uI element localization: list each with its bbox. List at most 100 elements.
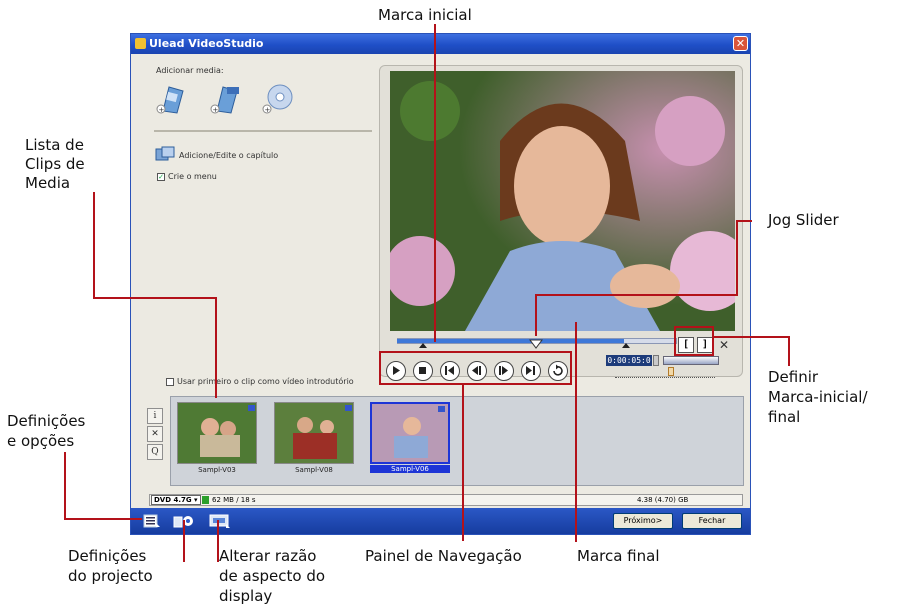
- app-icon: [135, 38, 146, 49]
- intro-clip-label: Usar primeiro o clip como vídeo introdut…: [177, 377, 354, 386]
- mark-out-indicator[interactable]: [622, 343, 630, 348]
- callout-definir-3: final: [768, 408, 801, 426]
- add-vcd-button[interactable]: +: [209, 81, 243, 115]
- leader-nav-box-top: [379, 351, 572, 353]
- next-button[interactable]: Próximo>: [613, 513, 673, 529]
- media-clip-list[interactable]: Sampl-V03 Sampl-V08 Sampl-V06: [170, 396, 744, 486]
- leader-nav-v: [462, 385, 464, 541]
- leader-definir-h: [712, 336, 790, 338]
- go-end-icon: [526, 366, 535, 375]
- callout-alterar-3: display: [219, 587, 273, 605]
- videostudio-window: Ulead VideoStudio ✕ Adicionar media: + +…: [130, 33, 751, 535]
- leader-jog-v: [736, 220, 738, 296]
- callout-jog-slider: Jog Slider: [768, 211, 839, 229]
- close-dialog-button[interactable]: Fechar: [682, 513, 742, 529]
- intro-clip-checkbox[interactable]: [166, 378, 174, 386]
- leader-definir-v: [788, 336, 790, 366]
- leader-defop-v: [64, 452, 66, 520]
- leader-nav-box-bottom: [379, 383, 572, 385]
- clip-thumbnail-3[interactable]: [370, 402, 450, 464]
- leader-lista-clips-v2: [215, 297, 217, 398]
- window-title: Ulead VideoStudio: [149, 37, 264, 50]
- leader-definir-box-top: [674, 326, 714, 328]
- capacity-indicator: [202, 496, 209, 504]
- leader-jog-h1: [736, 220, 752, 222]
- svg-text:+: +: [159, 106, 165, 114]
- clip-2-image: [275, 403, 353, 463]
- leader-definir-box-left: [674, 326, 676, 356]
- leader-marca-final: [575, 322, 577, 542]
- create-menu-label: Crie o menu: [168, 172, 217, 181]
- chapter-button[interactable]: [155, 146, 175, 162]
- disc-type-select[interactable]: DVD 4.7G ▾: [151, 495, 201, 505]
- aspect-ratio-icon: [209, 514, 230, 528]
- disc-type-value: DVD 4.7G: [154, 496, 192, 504]
- chapter-label: Adicione/Edite o capítulo: [179, 151, 279, 160]
- repeat-button[interactable]: [548, 361, 568, 381]
- callout-lista-clips-2: Clips de: [25, 155, 85, 173]
- leader-definir-box-bottom: [674, 354, 714, 356]
- jog-handle-icon: [529, 339, 543, 349]
- leader-defproj: [183, 520, 185, 562]
- shuttle-scale[interactable]: [615, 371, 715, 378]
- left-separator: [154, 130, 372, 132]
- search-button[interactable]: Q: [147, 444, 163, 460]
- go-end-button[interactable]: [521, 361, 541, 381]
- callout-alterar-2: de aspecto do: [219, 567, 326, 585]
- mark-in-button[interactable]: [: [678, 337, 694, 353]
- callout-defop-1: Definições: [7, 412, 86, 430]
- play-icon: [393, 366, 400, 375]
- timecode-display[interactable]: 0:00:05:0: [606, 355, 652, 366]
- next-frame-button[interactable]: [494, 361, 514, 381]
- mark-in-indicator[interactable]: [419, 343, 427, 348]
- callout-defop-2: e opções: [7, 432, 75, 450]
- used-space: 62 MB / 18 s: [212, 496, 256, 504]
- add-disc-icon: +: [262, 84, 293, 114]
- delete-clip-button[interactable]: ✕: [147, 426, 163, 442]
- aspect-ratio-button[interactable]: [209, 513, 231, 529]
- leader-nav-box-right: [570, 351, 572, 385]
- callout-definir-1: Definir: [768, 368, 819, 386]
- play-button[interactable]: [386, 361, 406, 381]
- leader-lista-clips-v1: [93, 192, 95, 299]
- add-disc-button[interactable]: +: [261, 81, 295, 115]
- info-button[interactable]: i: [147, 408, 163, 424]
- leader-definir-box-right: [712, 326, 714, 356]
- svg-text:+: +: [213, 106, 219, 114]
- clip-thumbnail-2[interactable]: [274, 402, 354, 464]
- settings-options-button[interactable]: [143, 513, 161, 529]
- mark-out-button[interactable]: ]: [697, 337, 713, 353]
- callout-lista-clips-1: Lista de: [25, 136, 84, 154]
- volume-bar[interactable]: [663, 356, 719, 365]
- leader-defop-h: [64, 518, 142, 520]
- add-media-label: Adicionar media:: [156, 66, 224, 75]
- leader-marca-inicial: [434, 24, 436, 342]
- clip-3-label: Sampl-V06: [370, 465, 450, 473]
- add-video-icon: +: [156, 86, 184, 114]
- prev-frame-icon: [472, 366, 481, 375]
- title-bar: Ulead VideoStudio ✕: [131, 34, 750, 54]
- clear-marks-button[interactable]: ✕: [717, 337, 731, 353]
- leader-nav-box-left: [379, 351, 381, 385]
- go-start-button[interactable]: [440, 361, 460, 381]
- prev-frame-button[interactable]: [467, 361, 487, 381]
- repeat-icon: [553, 364, 563, 376]
- bottom-toolbar: Próximo> Fechar: [131, 508, 750, 534]
- jog-slider-range: [397, 339, 624, 343]
- leader-jog-v2: [535, 294, 537, 336]
- create-menu-checkbox[interactable]: ✓: [157, 173, 165, 181]
- clip-3-image: [372, 404, 448, 462]
- clip-2-label: Sampl-V08: [295, 466, 333, 474]
- go-start-icon: [445, 366, 454, 375]
- callout-marca-inicial: Marca inicial: [378, 6, 472, 24]
- shuttle-handle[interactable]: [668, 367, 674, 376]
- timecode-spinner[interactable]: [653, 355, 659, 366]
- stop-button[interactable]: [413, 361, 433, 381]
- close-button[interactable]: ✕: [733, 36, 748, 51]
- stop-icon: [419, 367, 426, 374]
- clip-1-image: [178, 403, 256, 463]
- add-video-button[interactable]: +: [155, 81, 189, 115]
- clip-thumbnail-1[interactable]: [177, 402, 257, 464]
- add-vcd-icon: +: [210, 86, 239, 114]
- callout-painel-navegacao: Painel de Navegação: [365, 547, 522, 565]
